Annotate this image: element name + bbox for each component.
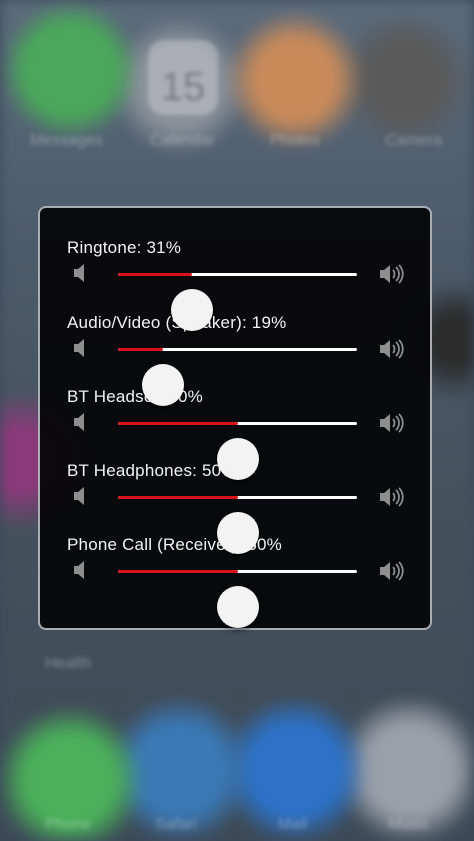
ringtone-slider-row: Ringtone: 31%	[40, 238, 430, 331]
slider-label: BT Headphones: 50%	[67, 461, 237, 480]
speaker-high-icon	[380, 412, 406, 434]
bg-app-label: Health	[45, 655, 92, 672]
calendar-app-icon: 15	[148, 40, 218, 115]
volume-slider[interactable]	[118, 273, 357, 331]
volume-slider[interactable]	[118, 496, 357, 554]
slider-fill	[118, 422, 238, 425]
bg-app-label: Phone	[45, 816, 92, 833]
volume-slider[interactable]	[118, 348, 357, 406]
bg-app-label: Safari	[155, 816, 197, 833]
volume-panel: Ringtone: 31% Audio/Video (Speaker): 19%…	[38, 206, 432, 630]
volume-slider[interactable]	[118, 570, 357, 628]
slider-fill	[118, 348, 164, 351]
slider-thumb[interactable]	[216, 586, 259, 628]
slider-fill	[118, 570, 238, 573]
bg-app-label: Camera	[385, 132, 442, 149]
slider-label: Phone Call (Receiver): 50%	[67, 535, 282, 554]
speaker-low-icon	[74, 338, 88, 358]
volume-slider[interactable]	[118, 422, 357, 480]
bg-app-label: Mail	[278, 816, 308, 833]
speaker-high-icon	[380, 560, 406, 582]
phone-call-slider-row: Phone Call (Receiver): 50%	[40, 535, 430, 628]
bg-app-label: Music	[388, 816, 430, 833]
bg-app-label: Calendar	[150, 132, 215, 149]
speaker-high-icon	[380, 338, 406, 360]
slider-fill	[118, 273, 193, 276]
speaker-low-icon	[74, 486, 88, 506]
bg-app-label: Photos	[270, 132, 320, 149]
slider-label: Ringtone: 31%	[67, 238, 182, 257]
bg-app-label: Messages	[30, 132, 103, 149]
bt-headphones-slider-row: BT Headphones: 50%	[40, 461, 430, 554]
slider-label: Audio/Video (Speaker): 19%	[67, 313, 287, 332]
speaker-low-icon	[74, 263, 88, 283]
speaker-high-icon	[380, 263, 406, 285]
slider-label: BT Headset: 50%	[67, 387, 203, 406]
speaker-high-icon	[380, 486, 406, 508]
speaker-low-icon	[74, 560, 88, 580]
speaker-low-icon	[74, 412, 88, 432]
bt-headset-slider-row: BT Headset: 50%	[40, 387, 430, 480]
audio-video-slider-row: Audio/Video (Speaker): 19%	[40, 313, 430, 406]
slider-fill	[118, 496, 238, 499]
